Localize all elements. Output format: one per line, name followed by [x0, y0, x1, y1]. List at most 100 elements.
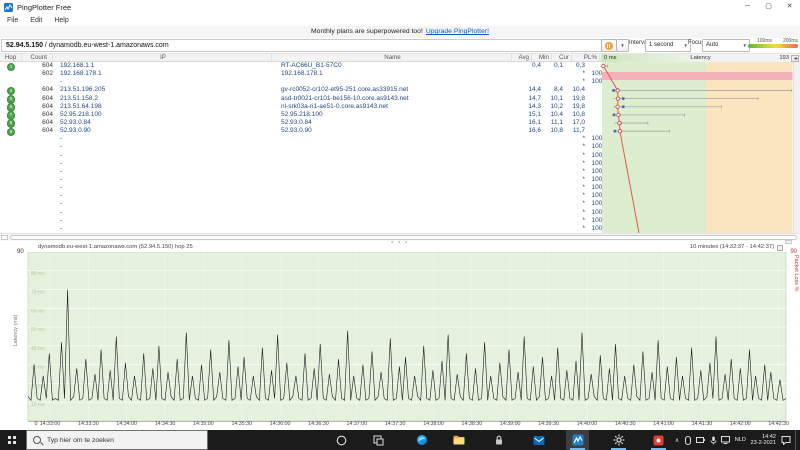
menu-edit[interactable]: Edit [30, 17, 42, 24]
x-axis-tick-label: 14:42:30 [768, 421, 789, 427]
name-cell: 192.168.178.1 [281, 70, 323, 78]
promo-text: Monthly plans are superpowered too! [311, 28, 423, 35]
avg-latency-marker [615, 104, 620, 109]
count-cell [22, 209, 58, 217]
action-center-icon[interactable] [781, 435, 791, 445]
menu-help[interactable]: Help [54, 17, 68, 24]
count-cell [22, 225, 58, 233]
taskbar-clock[interactable]: 14:42 23-2-2021 [750, 434, 776, 447]
cur-cell: * [582, 135, 585, 143]
ip-cell: - [60, 135, 63, 143]
alert-app-icon[interactable] [647, 430, 670, 450]
timeline-range-label: 10 minutes (14:32:37 - 14:42:37) [689, 244, 774, 250]
name-cell [279, 143, 521, 151]
ip-cell: - [60, 159, 63, 167]
count-cell [22, 217, 58, 225]
cur-cell: * [582, 192, 585, 200]
ip-cell: - [60, 167, 63, 175]
col-header-count[interactable]: Count [22, 54, 53, 61]
gridline-label: 50 ms [31, 327, 45, 333]
minimize-icon[interactable]: ─ [737, 0, 758, 14]
tray-battery-icon[interactable] [696, 436, 706, 444]
col-header-min[interactable]: Min [532, 54, 552, 61]
mail-app-icon[interactable] [527, 430, 550, 450]
pause-button[interactable] [601, 39, 617, 52]
show-desktop-button[interactable] [795, 430, 798, 450]
col-header-avg[interactable]: Avg [512, 54, 532, 61]
latency-scale-spinner[interactable] [791, 54, 799, 62]
ip-cell: 52.93.0.90 [60, 127, 91, 135]
name-cell [279, 135, 521, 143]
hop-cell: 4 [0, 86, 22, 96]
tray-device-icon[interactable] [684, 435, 692, 445]
pause-dropdown-icon[interactable]: ▼ [616, 39, 629, 52]
avg-latency-marker [615, 96, 621, 101]
name-cell [279, 160, 521, 168]
cur-cell: * [582, 151, 585, 159]
timeline-options-icon[interactable] [777, 244, 783, 251]
count-cell [22, 192, 58, 200]
cur-cell: * [582, 159, 585, 167]
avg-latency-marker [617, 129, 623, 134]
x-axis-tick-label: 14:41:30 [691, 421, 713, 427]
pingplotter-taskbar-icon[interactable] [566, 430, 589, 450]
latency-zone-warn [706, 62, 793, 233]
latency-zone-good [602, 62, 706, 233]
menu-file[interactable]: File [7, 17, 18, 24]
name-cell [279, 152, 521, 160]
name-cell: 52.93.0.90 [281, 127, 312, 135]
latency-timeline-chart[interactable]: 10 ms 20 ms 30 ms 40 ms 50 ms 60 ms 70 ms 80 ms [0, 252, 800, 422]
task-view-icon[interactable] [367, 430, 390, 450]
col-header-name[interactable]: Name [272, 54, 512, 61]
taskbar-search-input[interactable]: Typ hier om te zoeken [26, 430, 208, 450]
interval-select[interactable]: 1 second ▼ [645, 39, 691, 52]
current-latency-marker [621, 97, 625, 100]
col-header-cur[interactable]: Cur [552, 54, 572, 61]
tray-display-icon[interactable] [721, 436, 731, 444]
x-axis-tick-label: 14:39:00 [499, 421, 521, 427]
x-axis-tick-label: 14:42:00 [729, 421, 751, 427]
avg-cell [521, 143, 543, 151]
x-axis-tick-label: 14:38:30 [461, 421, 483, 427]
gridline-label: 30 ms [31, 365, 45, 371]
close-icon[interactable]: ✕ [779, 0, 800, 14]
col-header-hop[interactable]: Hop [0, 54, 22, 61]
ip-cell: 213.51.64.198 [60, 102, 102, 110]
name-cell: 52.93.0.84 [281, 118, 312, 126]
min-cell [543, 160, 565, 168]
start-button[interactable] [0, 430, 25, 450]
cur-cell: 19,8 [572, 102, 585, 110]
avg-latency-marker [615, 88, 620, 93]
timeline-title: dynamodb.eu-west-1.amazonaws.com (52.94.… [38, 244, 193, 250]
security-app-icon[interactable] [487, 430, 510, 450]
count-cell [22, 168, 58, 176]
timeline-plot-bg [27, 252, 787, 422]
cur-cell: 0,3 [575, 62, 585, 69]
x-axis-tick-label: 14:34:30 [154, 421, 176, 427]
edge-browser-icon[interactable] [410, 430, 433, 450]
language-indicator[interactable]: NLD [735, 437, 746, 443]
ip-cell: - [60, 208, 63, 216]
col-header-pl[interactable]: PL% [572, 54, 600, 61]
target-address-bar[interactable]: 52.94.5.150 / dynamodb.eu-west-1.amazona… [1, 39, 602, 52]
cur-cell: 11,7 [572, 127, 585, 135]
min-cell [543, 200, 565, 208]
focus-value: Auto [706, 42, 719, 48]
cortana-icon[interactable] [330, 430, 353, 450]
name-cell: 52.95.218.100 [281, 110, 323, 118]
avg-latency-marker [601, 63, 606, 69]
settings-gear-icon[interactable] [607, 430, 630, 450]
file-explorer-icon[interactable] [447, 430, 470, 450]
upgrade-link[interactable]: Upgrade PingPlotter! [426, 28, 489, 35]
desktop-screen: PingPlotter Free ─ ▢ ✕ File Edit Help Mo… [0, 0, 800, 450]
tray-microphone-icon[interactable] [710, 436, 717, 445]
hop-cell: 9 [0, 127, 22, 137]
min-cell: 0,1 [553, 62, 563, 69]
col-header-ip[interactable]: IP [53, 54, 272, 61]
cur-cell: * [582, 78, 585, 86]
focus-select[interactable]: Auto ▼ [702, 39, 750, 52]
avg-cell [521, 184, 543, 192]
grid-vertical-scrollbar[interactable] [793, 62, 800, 233]
tray-expand-icon[interactable]: ∧ [675, 437, 679, 444]
maximize-icon[interactable]: ▢ [758, 0, 779, 14]
